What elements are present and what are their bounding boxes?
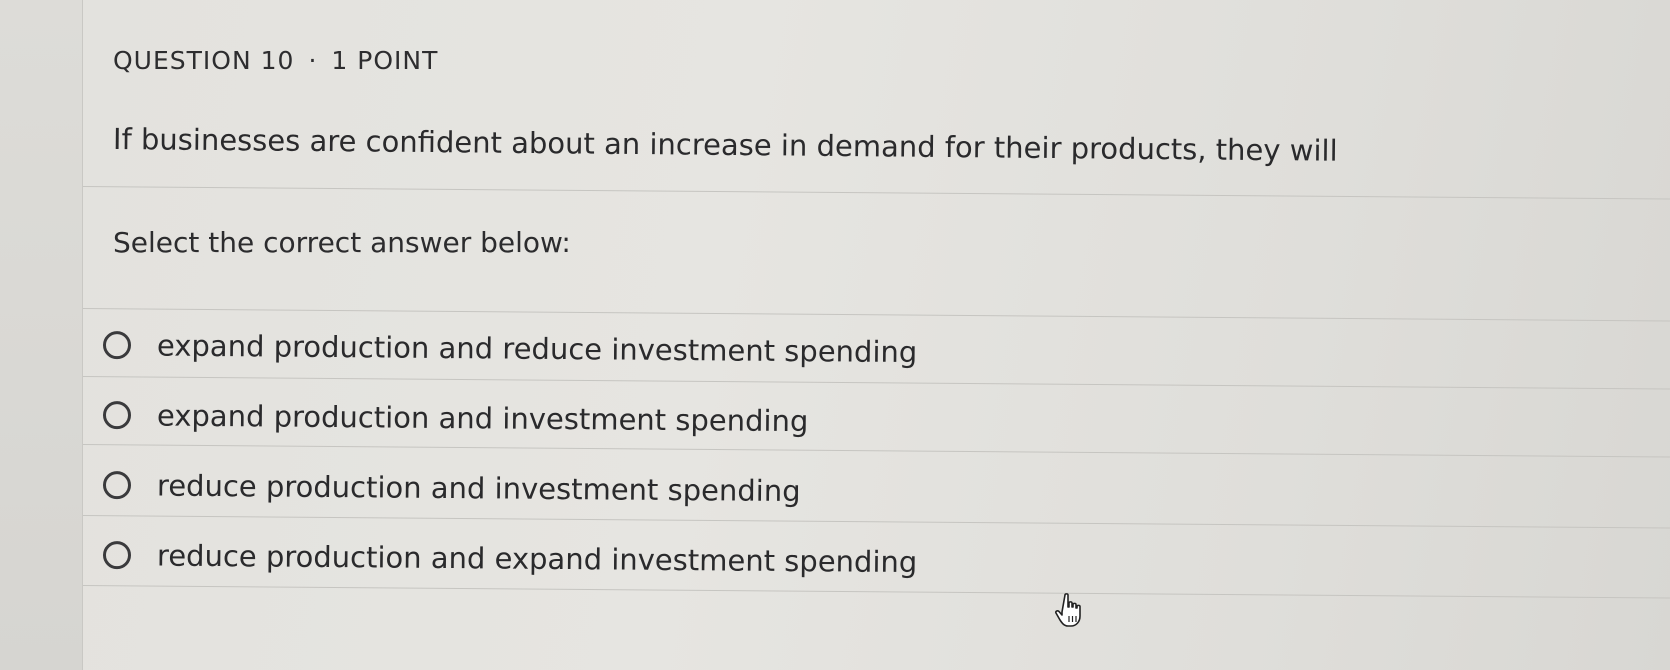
answer-option-label: expand production and reduce investment …	[156, 328, 918, 370]
radio-unchecked-icon[interactable]	[102, 541, 132, 570]
left-gutter	[0, 0, 83, 670]
radio-unchecked-icon[interactable]	[102, 401, 132, 430]
answer-option-4[interactable]: reduce production and expand investment …	[101, 520, 1662, 604]
question-number: QUESTION 10	[113, 46, 295, 75]
header-separator: ·	[308, 46, 318, 75]
hand-pointer-icon	[1054, 593, 1081, 627]
radio-unchecked-icon[interactable]	[102, 331, 132, 360]
question-panel: QUESTION 10 · 1 POINT If businesses are co…	[82, 0, 1670, 670]
divider	[82, 186, 1670, 200]
answer-options: expand production and reduce investment …	[101, 310, 1661, 590]
answer-option-label: expand production and investment spendin…	[156, 398, 809, 439]
answer-option-label: reduce production and expand investment …	[156, 538, 918, 580]
question-text: If businesses are confident about an inc…	[112, 122, 1338, 168]
question-points: 1 POINT	[331, 46, 439, 75]
answer-option-label: reduce production and investment spendin…	[156, 468, 801, 509]
question-header: QUESTION 10 · 1 POINT	[113, 46, 438, 75]
radio-unchecked-icon[interactable]	[102, 471, 132, 500]
answer-prompt: Select the correct answer below:	[113, 226, 571, 259]
